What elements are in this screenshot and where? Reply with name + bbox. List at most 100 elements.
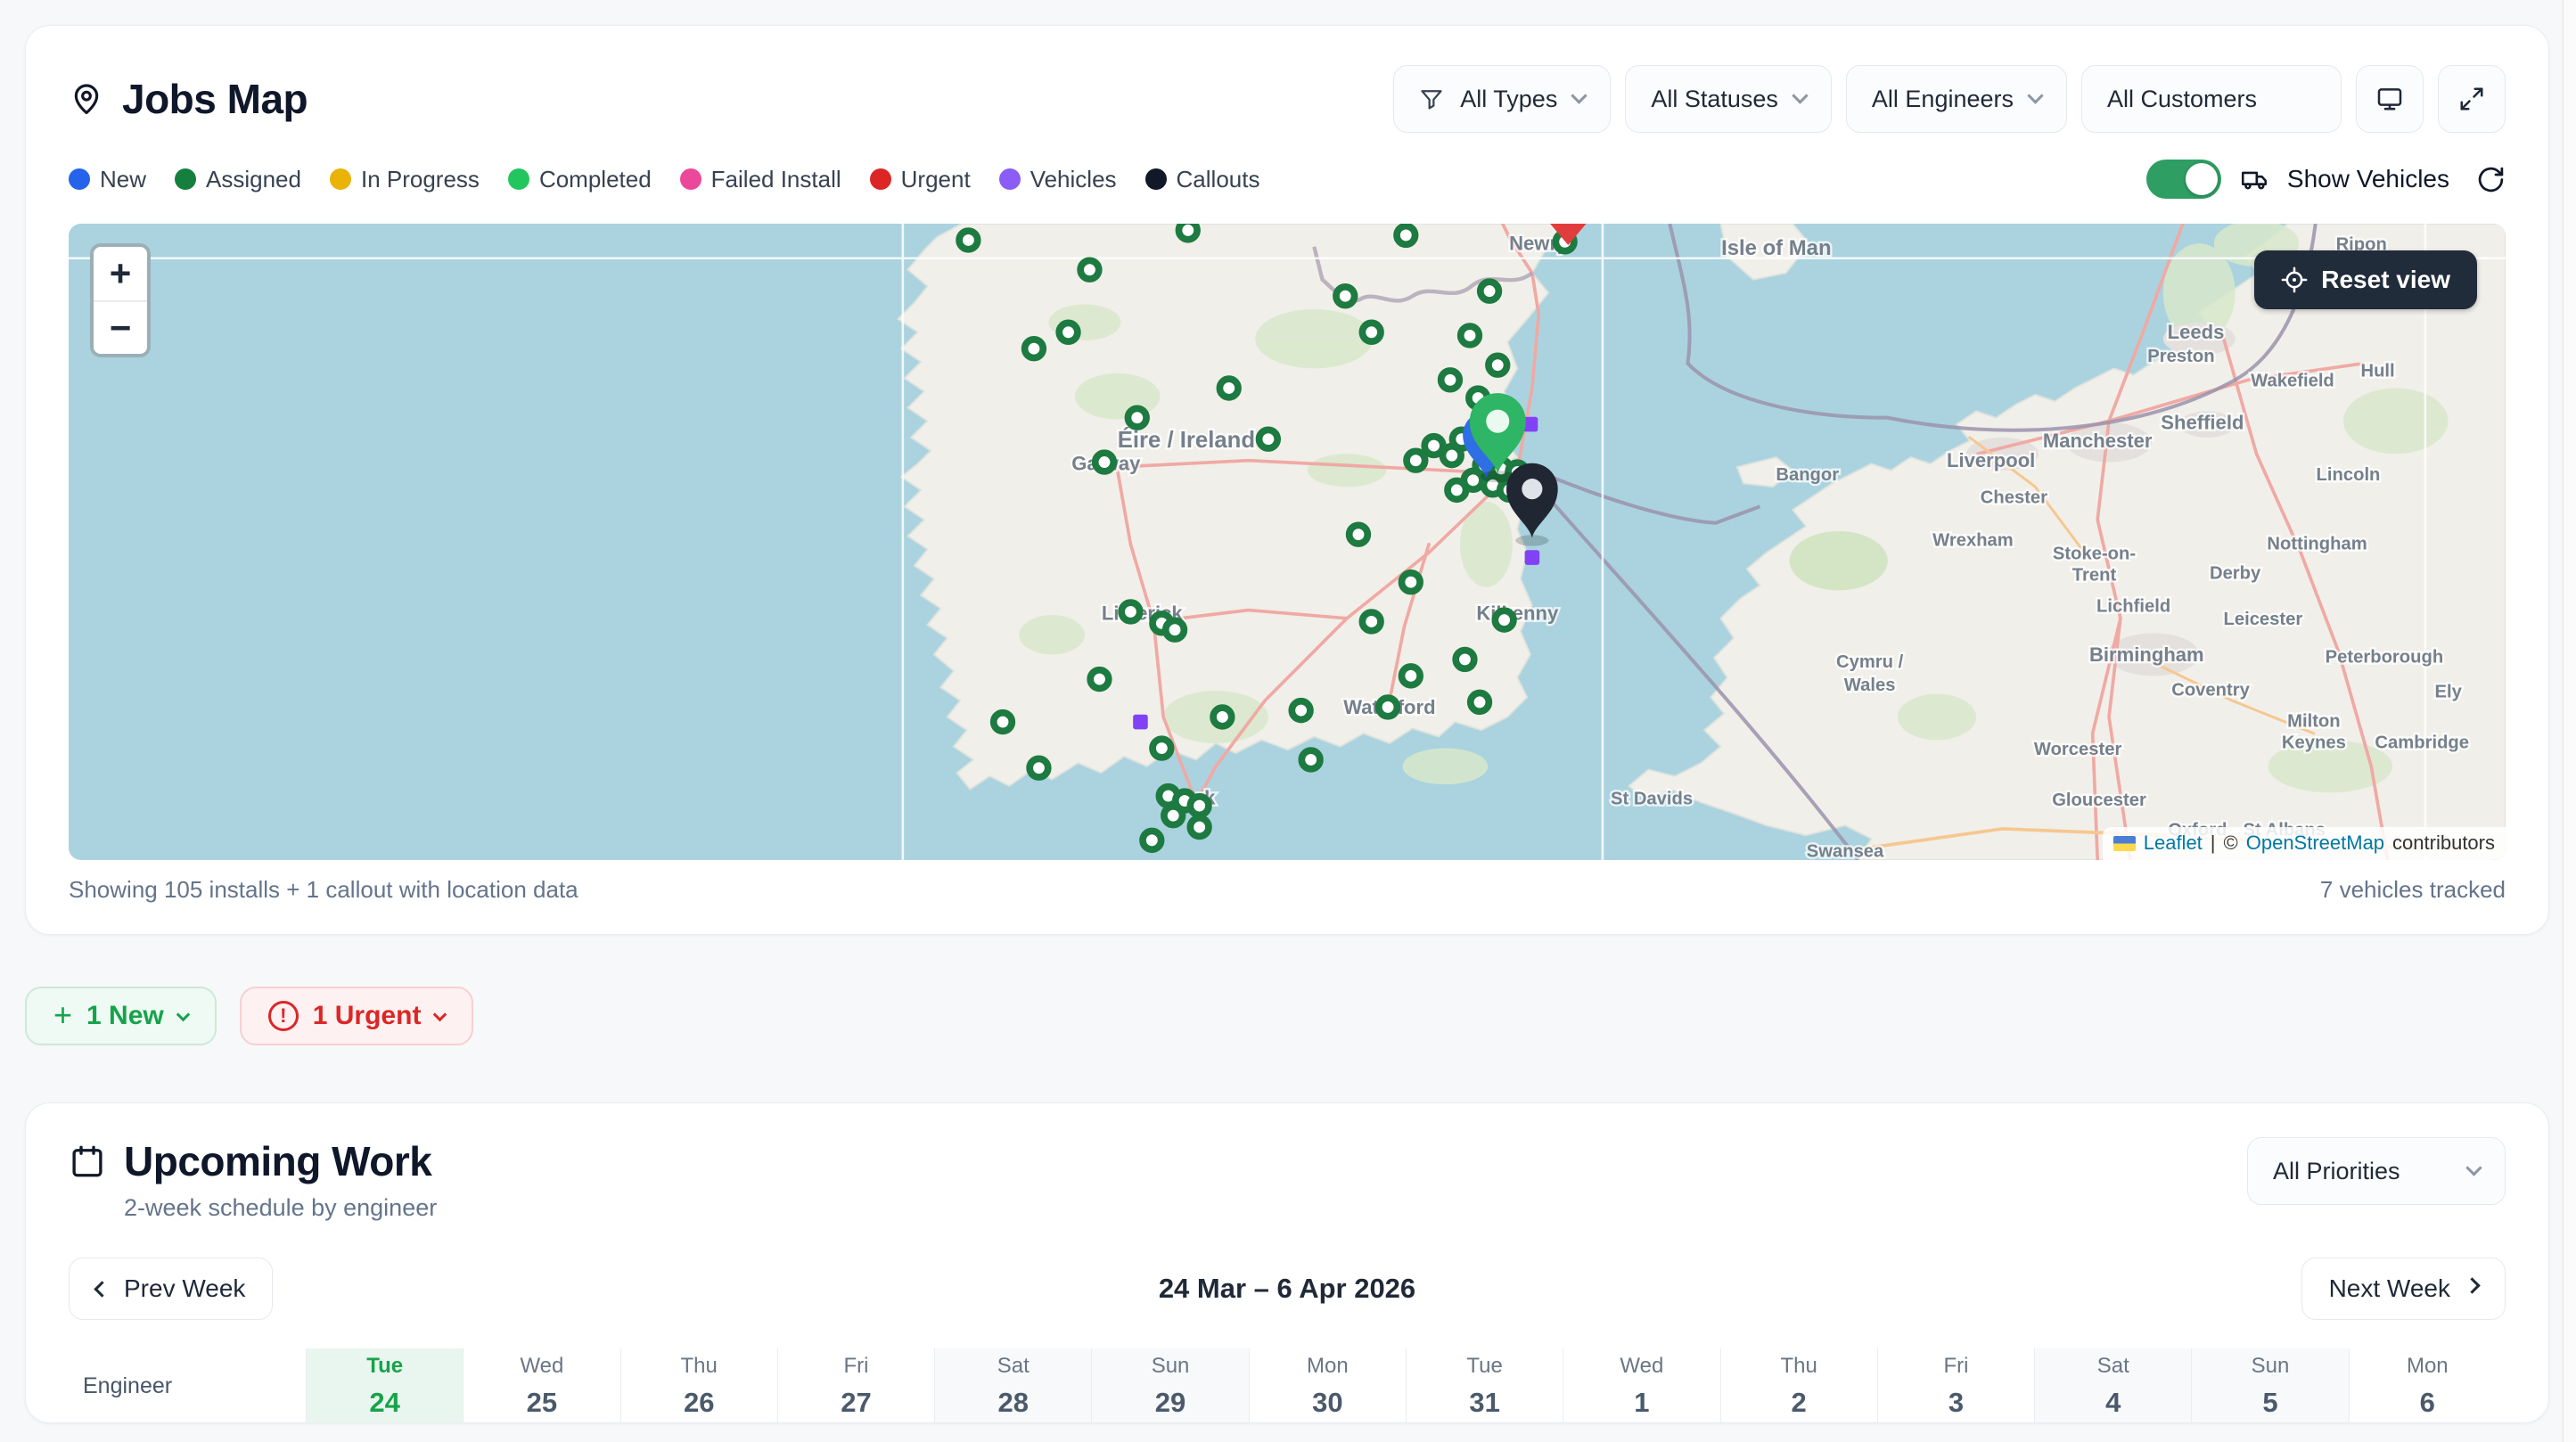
assigned-job-marker[interactable] (1213, 708, 1232, 726)
assigned-job-marker[interactable] (1153, 739, 1171, 758)
day-column-sun-5: Sun5 (2191, 1348, 2348, 1423)
vehicle-marker[interactable] (1525, 550, 1540, 565)
assigned-job-marker[interactable] (1121, 602, 1140, 621)
assigned-job-marker[interactable] (1489, 356, 1507, 374)
osm-link[interactable]: OpenStreetMap (2246, 832, 2384, 855)
legend-item-callouts: Callouts (1145, 166, 1260, 193)
chevron-right-icon (2464, 1277, 2480, 1293)
assigned-job-marker[interactable] (1481, 282, 1499, 300)
filter-all-types-label: All Types (1460, 86, 1557, 113)
day-date-label: 29 (1155, 1387, 1185, 1419)
map-canvas[interactable]: NewryIsle of ManÉire / IrelandGalwayLime… (69, 224, 2506, 860)
assigned-job-marker[interactable] (1164, 807, 1183, 825)
assigned-job-marker[interactable] (1402, 667, 1421, 685)
day-date-label: 30 (1312, 1387, 1342, 1419)
legend-item-urgent: Urgent (870, 166, 971, 193)
assigned-job-marker[interactable] (1397, 226, 1415, 245)
filter-all-statuses[interactable]: All Statuses (1625, 65, 1832, 133)
show-vehicles-toggle[interactable] (2146, 160, 2221, 199)
plus-icon: + (53, 999, 72, 1031)
legend-dot-in-progress (330, 168, 351, 190)
assigned-job-marker[interactable] (1190, 797, 1209, 815)
assigned-job-marker[interactable] (1080, 260, 1099, 279)
zoom-in-button[interactable]: + (94, 247, 147, 300)
assigned-job-marker[interactable] (1350, 525, 1368, 544)
filter-all-customers[interactable]: All Customers (2081, 65, 2342, 133)
assigned-job-marker[interactable] (959, 231, 978, 250)
assigned-job-marker[interactable] (1461, 326, 1480, 345)
map-place-label: Stoke-on- (2053, 544, 2136, 563)
calendar-icon (69, 1143, 106, 1180)
assigned-job-marker[interactable] (1495, 610, 1514, 629)
zoom-out-button[interactable]: − (94, 300, 147, 354)
assigned-job-marker[interactable] (994, 713, 1013, 732)
assigned-job-marker[interactable] (1030, 758, 1048, 777)
legend-item-assigned: Assigned (175, 166, 301, 193)
assigned-job-marker[interactable] (1441, 371, 1460, 389)
assigned-job-marker[interactable] (1362, 612, 1381, 631)
reset-view-button[interactable]: Reset view (2254, 250, 2477, 309)
assigned-job-marker[interactable] (1259, 430, 1278, 448)
assigned-job-marker[interactable] (1143, 832, 1161, 850)
assigned-job-marker[interactable] (1128, 408, 1146, 427)
prev-week-button[interactable]: Prev Week (69, 1258, 273, 1320)
assigned-job-marker[interactable] (1025, 340, 1044, 358)
attribution-suffix: contributors (2392, 832, 2495, 855)
vehicle-marker[interactable] (1133, 715, 1148, 730)
map-place-label: Wales (1844, 676, 1896, 695)
chevron-left-icon (94, 1281, 110, 1297)
assigned-job-marker[interactable] (1059, 323, 1078, 341)
map-place-label: Hull (2360, 362, 2394, 381)
assigned-job-marker[interactable] (1448, 481, 1466, 500)
refresh-icon[interactable] (2476, 165, 2506, 194)
legend-item-new: New (69, 166, 146, 193)
day-date-label: 3 (1948, 1387, 1964, 1419)
page-title: Jobs Map (69, 75, 308, 123)
day-column-sun-29: Sun29 (1091, 1348, 1248, 1423)
filter-all-priorities[interactable]: All Priorities (2247, 1137, 2506, 1205)
display-mode-button[interactable] (2356, 65, 2424, 133)
assigned-job-marker[interactable] (1219, 379, 1238, 397)
assigned-job-marker[interactable] (1095, 453, 1114, 471)
new-jobs-button[interactable]: + 1 New (25, 987, 217, 1045)
map-place-label: Leeds (2168, 321, 2225, 343)
day-column-tue-24: Tue24 (306, 1348, 463, 1423)
day-of-week-label: Sat (997, 1354, 1030, 1379)
assigned-job-marker[interactable] (1407, 451, 1425, 470)
assigned-job-marker[interactable] (1190, 818, 1209, 837)
next-week-label: Next Week (2329, 1274, 2450, 1303)
assigned-job-marker[interactable] (1090, 670, 1109, 689)
day-of-week-label: Sun (2252, 1354, 2290, 1379)
day-column-fri-27: Fri27 (777, 1348, 934, 1423)
assigned-job-marker[interactable] (1336, 287, 1355, 306)
assigned-job-marker[interactable] (1402, 573, 1421, 592)
urgent-jobs-button[interactable]: ! 1 Urgent (240, 987, 474, 1045)
assigned-job-marker[interactable] (1301, 750, 1320, 769)
assigned-job-marker[interactable] (1456, 651, 1474, 669)
day-date-label: 1 (1634, 1387, 1649, 1419)
map-place-label: Wrexham (1932, 531, 2014, 551)
legend-label-new: New (100, 166, 146, 193)
leaflet-link[interactable]: Leaflet (2144, 832, 2203, 855)
day-column-thu-26: Thu26 (620, 1348, 777, 1423)
assigned-job-marker[interactable] (1471, 693, 1489, 712)
assigned-job-marker[interactable] (1292, 701, 1310, 720)
map-place-label: Keynes (2282, 733, 2346, 753)
filter-all-types[interactable]: All Types (1393, 65, 1611, 133)
day-of-week-label: Fri (843, 1354, 868, 1379)
map-place-label: Cambridge (2375, 733, 2469, 753)
map-place-label: Nottingham (2267, 534, 2367, 553)
chevron-down-icon (176, 1007, 190, 1021)
assigned-job-marker[interactable] (1362, 323, 1381, 341)
filter-all-engineers[interactable]: All Engineers (1846, 65, 2067, 133)
legend-item-completed: Completed (508, 166, 652, 193)
assigned-job-marker[interactable] (1178, 224, 1197, 240)
assigned-job-marker[interactable] (1166, 620, 1185, 639)
day-date-label: 4 (2105, 1387, 2121, 1419)
assigned-job-marker[interactable] (1379, 698, 1398, 717)
ukraine-flag-icon (2113, 836, 2136, 851)
scrollbar[interactable] (2563, 0, 2576, 1442)
day-of-week-label: Mon (1307, 1354, 1349, 1379)
fullscreen-button[interactable] (2438, 65, 2506, 133)
next-week-button[interactable]: Next Week (2301, 1258, 2506, 1320)
